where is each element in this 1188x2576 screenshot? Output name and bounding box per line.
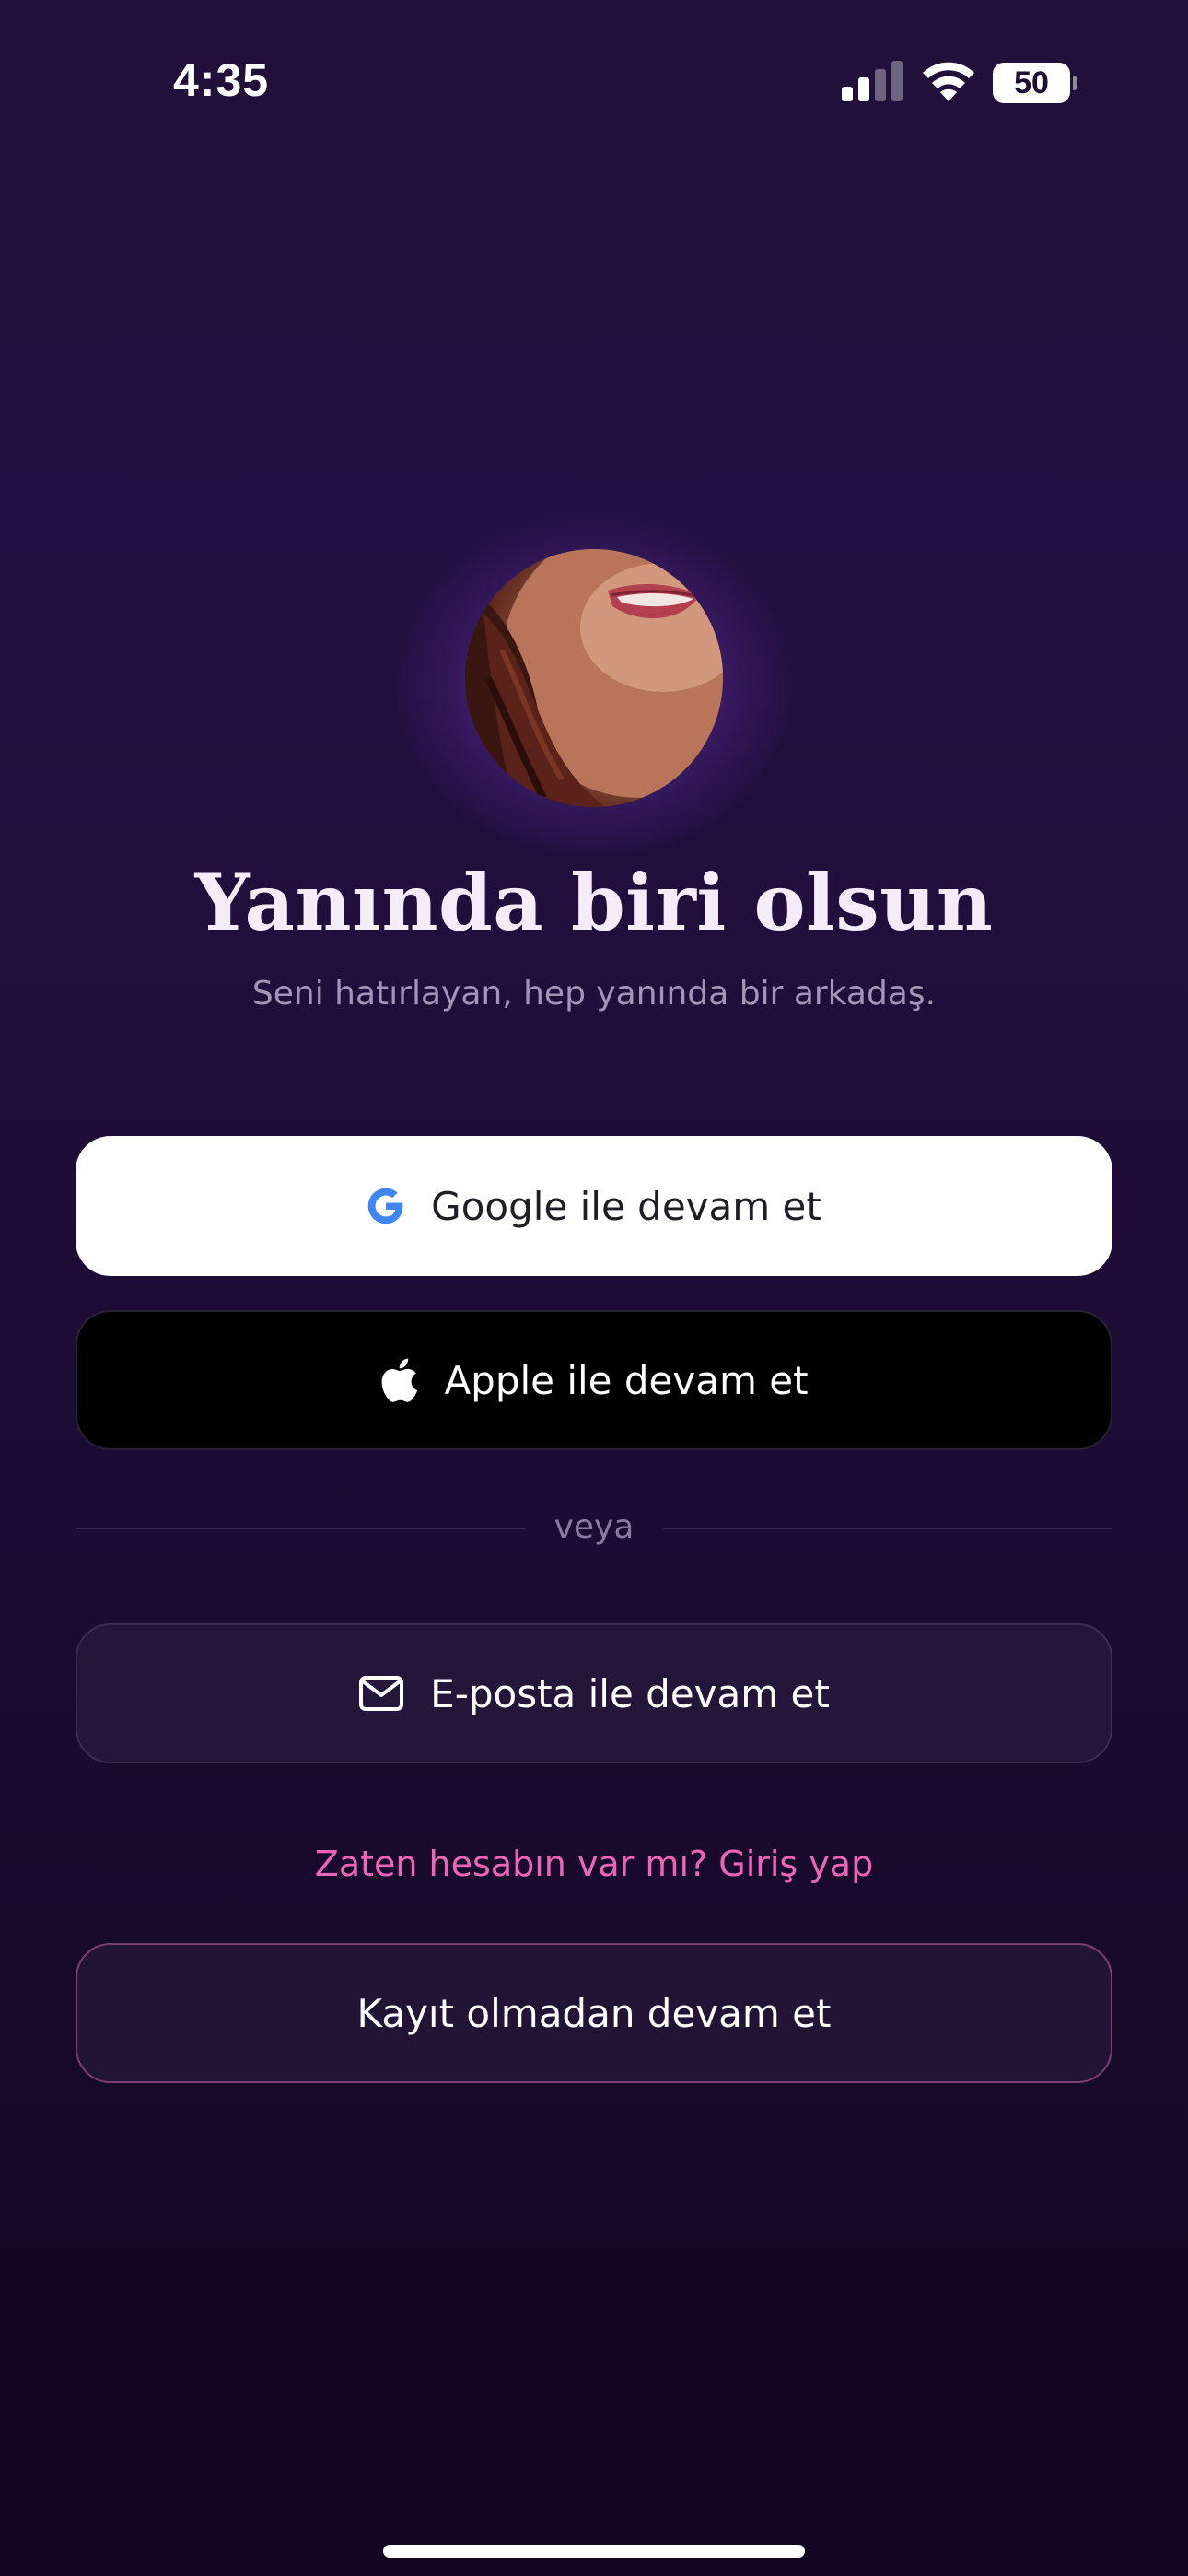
mail-icon <box>358 1675 404 1712</box>
guest-continue-button[interactable]: Kayıt olmadan devam et <box>76 1943 1112 2083</box>
apple-signin-button[interactable]: Apple ile devam et <box>76 1310 1112 1450</box>
login-link[interactable]: Zaten hesabın var mı? Giriş yap <box>0 1844 1188 1884</box>
email-signin-button[interactable]: E-posta ile devam et <box>76 1623 1112 1763</box>
guest-continue-label: Kayıt olmadan devam et <box>356 1990 832 2036</box>
google-icon <box>367 1187 405 1225</box>
email-signin-label: E-posta ile devam et <box>430 1670 830 1716</box>
divider: veya <box>76 1509 1112 1546</box>
page-subtitle: Seni hatırlayan, hep yanında bir arkadaş… <box>251 975 937 1013</box>
google-signin-button[interactable]: Google ile devam et <box>76 1136 1112 1276</box>
apple-signin-label: Apple ile devam et <box>444 1357 809 1403</box>
wifi-icon <box>923 62 974 101</box>
home-indicator[interactable] <box>383 2545 805 2558</box>
cellular-signal-icon <box>842 61 903 101</box>
avatar <box>465 549 723 807</box>
google-signin-label: Google ile devam et <box>431 1183 821 1229</box>
divider-line-right <box>663 1528 1112 1529</box>
avatar-photo-icon <box>465 549 723 807</box>
battery-icon: 50 <box>993 63 1077 105</box>
battery-level: 50 <box>1014 65 1049 100</box>
status-bar: 4:35 50 <box>0 0 1188 157</box>
apple-icon <box>379 1357 418 1403</box>
status-time: 4:35 <box>173 54 270 106</box>
page-title: Yanında biri olsun <box>194 857 994 948</box>
